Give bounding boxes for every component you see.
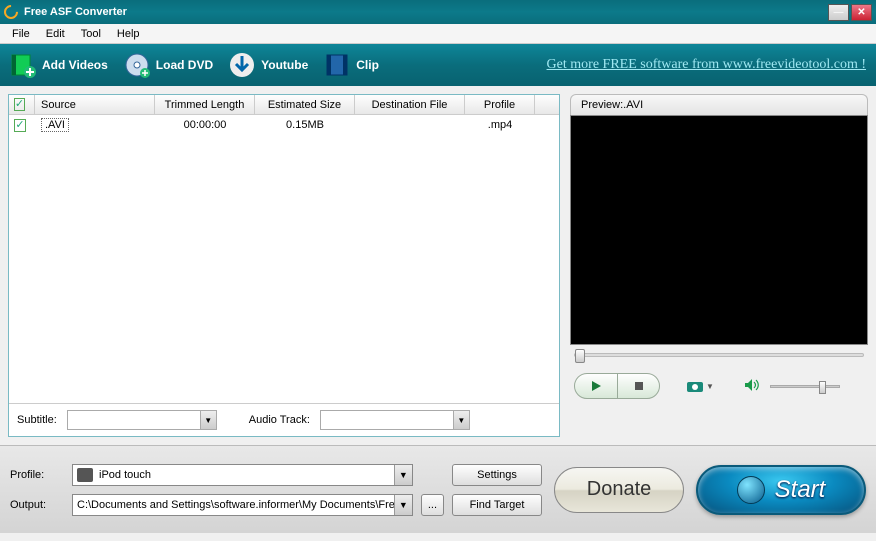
volume-slider[interactable]: [770, 385, 840, 388]
file-list-panel: ✓ Source Trimmed Length Estimated Size D…: [8, 94, 560, 437]
bottom-bar: Profile: iPod touch ▼ Settings Output: C…: [0, 445, 876, 533]
browse-button[interactable]: ...: [421, 494, 444, 516]
seek-thumb[interactable]: [575, 349, 585, 363]
window-title: Free ASF Converter: [24, 6, 127, 18]
clip-button[interactable]: Clip: [324, 52, 379, 78]
play-icon: [590, 380, 602, 392]
row-checkbox[interactable]: ✓: [9, 117, 35, 134]
grid-header: ✓ Source Trimmed Length Estimated Size D…: [9, 95, 559, 115]
playback-controls: ▼: [570, 373, 868, 399]
row-trimmed: 00:00:00: [155, 117, 255, 133]
disc-icon: [124, 52, 150, 78]
header-source[interactable]: Source: [35, 95, 155, 114]
subtitle-label: Subtitle:: [17, 414, 57, 426]
youtube-label: Youtube: [261, 58, 308, 72]
main-area: ✓ Source Trimmed Length Estimated Size D…: [0, 86, 876, 445]
header-destination[interactable]: Destination File: [355, 95, 465, 114]
output-path-combo[interactable]: C:\Documents and Settings\software.infor…: [72, 494, 413, 516]
close-button[interactable]: ✕: [851, 4, 872, 21]
header-size[interactable]: Estimated Size: [255, 95, 355, 114]
chevron-down-icon: ▼: [706, 382, 714, 391]
preview-title: Preview:.AVI: [570, 94, 868, 115]
header-trimmed[interactable]: Trimmed Length: [155, 95, 255, 114]
load-dvd-label: Load DVD: [156, 58, 213, 72]
volume-thumb[interactable]: [819, 381, 826, 394]
output-settings-grid: Profile: iPod touch ▼ Settings Output: C…: [10, 463, 542, 517]
audio-track-combo[interactable]: ▼: [320, 410, 470, 430]
menu-file[interactable]: File: [4, 26, 38, 42]
menu-help[interactable]: Help: [109, 26, 148, 42]
play-stop-group: [574, 373, 660, 399]
seek-track[interactable]: [574, 353, 864, 357]
chevron-down-icon: ▼: [200, 411, 216, 429]
app-logo-icon: [1, 2, 21, 22]
row-dest: [355, 123, 465, 127]
download-arrow-icon: [229, 52, 255, 78]
subtitle-audio-bar: Subtitle: ▼ Audio Track: ▼: [9, 403, 559, 436]
add-videos-label: Add Videos: [42, 58, 108, 72]
row-size: 0.15MB: [255, 117, 355, 133]
seek-bar[interactable]: [570, 353, 868, 357]
stop-icon: [634, 381, 644, 391]
profile-value: iPod touch: [99, 469, 151, 481]
preview-viewport[interactable]: [570, 115, 868, 345]
start-button[interactable]: Start: [696, 465, 866, 515]
donate-label: Donate: [587, 478, 652, 501]
camera-icon: [686, 379, 704, 393]
menu-edit[interactable]: Edit: [38, 26, 73, 42]
donate-button[interactable]: Donate: [554, 467, 684, 513]
checkbox-checked-icon: ✓: [14, 119, 25, 132]
profile-combo[interactable]: iPod touch ▼: [72, 464, 413, 486]
chevron-down-icon: ▼: [453, 411, 469, 429]
start-label: Start: [775, 476, 826, 504]
volume-icon[interactable]: [744, 378, 760, 395]
play-button[interactable]: [575, 374, 617, 398]
stop-button[interactable]: [617, 374, 659, 398]
subtitle-combo[interactable]: ▼: [67, 410, 217, 430]
grid-body[interactable]: ✓ .AVI 00:00:00 0.15MB .mp4: [9, 115, 559, 403]
menu-tool[interactable]: Tool: [73, 26, 109, 42]
find-target-button[interactable]: Find Target: [452, 494, 542, 516]
menubar: File Edit Tool Help: [0, 24, 876, 44]
clip-label: Clip: [356, 58, 379, 72]
header-checkbox-col[interactable]: ✓: [9, 95, 35, 114]
output-path-value: C:\Documents and Settings\software.infor…: [77, 499, 395, 511]
youtube-button[interactable]: Youtube: [229, 52, 308, 78]
row-source: .AVI: [35, 116, 155, 134]
titlebar: Free ASF Converter — ✕: [0, 0, 876, 24]
load-dvd-button[interactable]: Load DVD: [124, 52, 213, 78]
promo-link[interactable]: Get more FREE software from www.freevide…: [547, 57, 866, 73]
chevron-down-icon: ▼: [394, 465, 412, 485]
settings-button[interactable]: Settings: [452, 464, 542, 486]
start-orb-icon: [737, 476, 765, 504]
minimize-button[interactable]: —: [828, 4, 849, 21]
preview-panel: Preview:.AVI ▼: [570, 94, 868, 437]
filmstrip-icon: [324, 52, 350, 78]
add-videos-button[interactable]: Add Videos: [10, 52, 108, 78]
device-icon: [77, 468, 93, 482]
checkbox-icon: ✓: [14, 98, 25, 111]
audio-track-label: Audio Track:: [249, 414, 310, 426]
row-profile: .mp4: [465, 117, 535, 133]
snapshot-button[interactable]: ▼: [686, 375, 714, 397]
output-label: Output:: [10, 499, 64, 511]
chevron-down-icon: ▼: [394, 495, 412, 515]
profile-label: Profile:: [10, 469, 64, 481]
table-row[interactable]: ✓ .AVI 00:00:00 0.15MB .mp4: [9, 115, 559, 135]
header-profile[interactable]: Profile: [465, 95, 535, 114]
toolbar: Add Videos Load DVD Youtube Clip Get mor…: [0, 44, 876, 86]
filmstrip-plus-icon: [10, 52, 36, 78]
